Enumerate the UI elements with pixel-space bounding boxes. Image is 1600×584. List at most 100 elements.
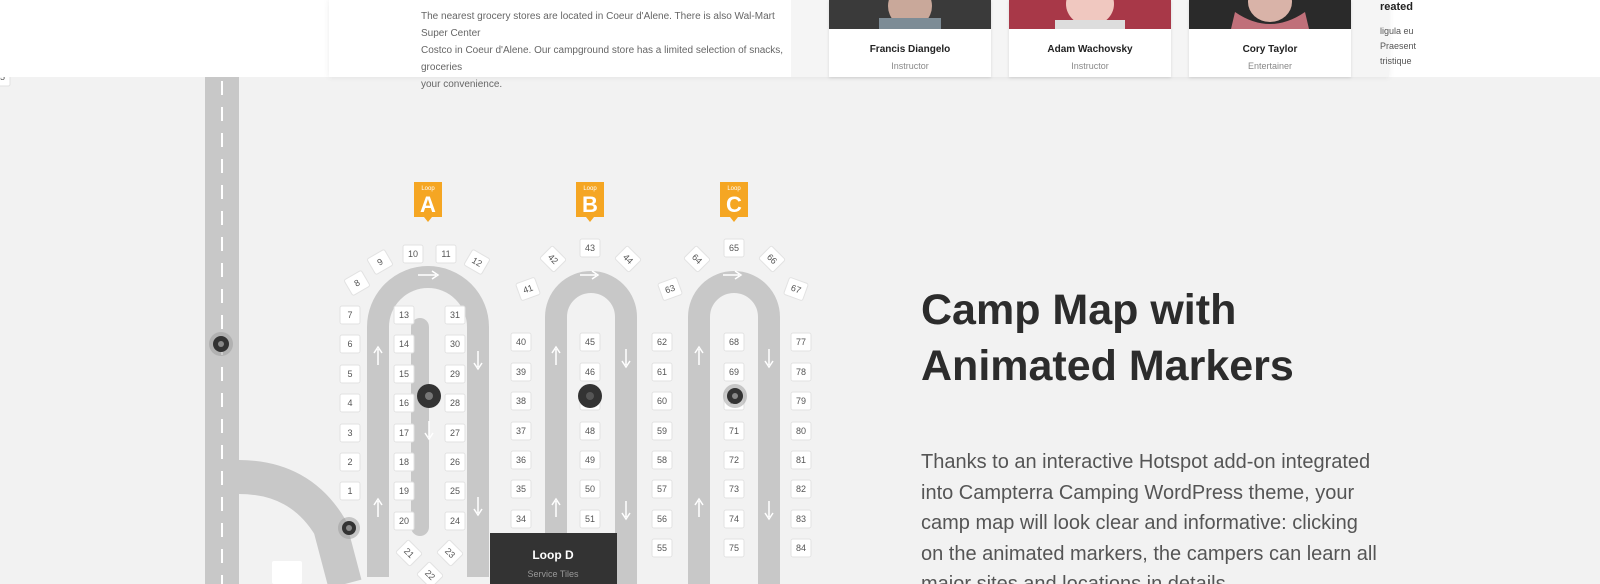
campsite-35[interactable]: 35 bbox=[510, 479, 532, 499]
hotspot-marker[interactable] bbox=[338, 517, 360, 539]
campsite-15[interactable]: 15 bbox=[393, 364, 415, 384]
campsite-63[interactable]: 63 bbox=[657, 277, 683, 301]
loop-pin-b[interactable]: Loop B bbox=[576, 182, 604, 222]
campsite-22[interactable]: 22 bbox=[416, 561, 444, 584]
campsite-7[interactable]: 7 bbox=[339, 305, 361, 325]
campsite-28[interactable]: 28 bbox=[444, 393, 466, 413]
campsite-75[interactable]: 75 bbox=[723, 538, 745, 558]
campsite-67[interactable]: 67 bbox=[783, 277, 809, 301]
campsite-51[interactable]: 51 bbox=[579, 509, 601, 529]
svg-text:61: 61 bbox=[657, 367, 667, 377]
campsite-56[interactable]: 56 bbox=[651, 509, 673, 529]
team-member-card[interactable]: Francis Diangelo Instructor bbox=[829, 0, 991, 77]
campsite-50[interactable]: 50 bbox=[579, 479, 601, 499]
campsite-19[interactable]: 19 bbox=[393, 481, 415, 501]
campsite-38[interactable]: 38 bbox=[510, 391, 532, 411]
svg-text:60: 60 bbox=[657, 396, 667, 406]
team-member-card[interactable]: Adam Wachovsky Instructor bbox=[1009, 0, 1171, 77]
campsite-83[interactable]: 83 bbox=[790, 509, 812, 529]
hotspot-marker[interactable] bbox=[723, 384, 747, 408]
campsite-3[interactable]: 3 bbox=[339, 423, 361, 443]
campsite-40[interactable]: 40 bbox=[510, 332, 532, 352]
svg-text:59: 59 bbox=[657, 426, 667, 436]
campsite-77[interactable]: 77 bbox=[790, 332, 812, 352]
campsite-34[interactable]: 34 bbox=[510, 509, 532, 529]
campsite-61[interactable]: 61 bbox=[651, 362, 673, 382]
campsite-48[interactable]: 48 bbox=[579, 421, 601, 441]
svg-text:38: 38 bbox=[516, 396, 526, 406]
svg-text:78: 78 bbox=[796, 367, 806, 377]
campsite-20[interactable]: 20 bbox=[393, 511, 415, 531]
campsite-68[interactable]: 68 bbox=[723, 332, 745, 352]
campsite-2[interactable]: 2 bbox=[339, 452, 361, 472]
campsite-42[interactable]: 42 bbox=[539, 245, 567, 273]
campsite-16[interactable]: 16 bbox=[393, 393, 415, 413]
side-title: reated bbox=[1380, 1, 1414, 13]
campsite-66[interactable]: 66 bbox=[758, 245, 786, 273]
campsite-71[interactable]: 71 bbox=[723, 421, 745, 441]
campsite-55[interactable]: 55 bbox=[651, 538, 673, 558]
campsite-31[interactable]: 31 bbox=[444, 305, 466, 325]
campsite-85[interactable]: 85 bbox=[0, 77, 11, 87]
team-member-card[interactable]: Cory Taylor Entertainer bbox=[1189, 0, 1351, 77]
campsite-79[interactable]: 79 bbox=[790, 391, 812, 411]
campsite-45[interactable]: 45 bbox=[579, 332, 601, 352]
campsite-24[interactable]: 24 bbox=[444, 511, 466, 531]
campsite-41[interactable]: 41 bbox=[515, 277, 541, 301]
campsite-49[interactable]: 49 bbox=[579, 450, 601, 470]
campsite-27[interactable]: 27 bbox=[444, 423, 466, 443]
campsite-58[interactable]: 58 bbox=[651, 450, 673, 470]
campsite-5[interactable]: 5 bbox=[339, 364, 361, 384]
campsite-36[interactable]: 36 bbox=[510, 450, 532, 470]
campsite-10[interactable]: 10 bbox=[402, 244, 424, 264]
loop-d-label[interactable]: Loop D Service Tiles bbox=[490, 533, 617, 584]
campsite-4[interactable]: 4 bbox=[339, 393, 361, 413]
campsite-46[interactable]: 46 bbox=[579, 362, 601, 382]
campsite-64[interactable]: 64 bbox=[683, 245, 711, 273]
svg-text:80: 80 bbox=[796, 426, 806, 436]
campsite-57[interactable]: 57 bbox=[651, 479, 673, 499]
campsite-21[interactable]: 21 bbox=[395, 539, 423, 567]
campsite-65[interactable]: 65 bbox=[723, 238, 745, 258]
campsite-30[interactable]: 30 bbox=[444, 334, 466, 354]
campsite-73[interactable]: 73 bbox=[723, 479, 745, 499]
hotspot-marker[interactable] bbox=[209, 332, 233, 356]
svg-text:25: 25 bbox=[450, 486, 460, 496]
campsite-12[interactable]: 12 bbox=[464, 249, 490, 275]
svg-text:84: 84 bbox=[796, 543, 806, 553]
campsite-72[interactable]: 72 bbox=[723, 450, 745, 470]
campsite-43[interactable]: 43 bbox=[579, 238, 601, 258]
campsite-8[interactable]: 8 bbox=[344, 270, 370, 296]
campsite-11[interactable]: 11 bbox=[435, 244, 457, 264]
campsite-26[interactable]: 26 bbox=[444, 452, 466, 472]
campsite-44[interactable]: 44 bbox=[614, 245, 642, 273]
campsite-17[interactable]: 17 bbox=[393, 423, 415, 443]
loop-pin-c[interactable]: Loop C bbox=[720, 182, 748, 222]
campsite-59[interactable]: 59 bbox=[651, 421, 673, 441]
hotspot-marker[interactable] bbox=[417, 384, 441, 408]
hotspot-marker[interactable] bbox=[578, 384, 602, 408]
campsite-39[interactable]: 39 bbox=[510, 362, 532, 382]
campsite-14[interactable]: 14 bbox=[393, 334, 415, 354]
campsite-78[interactable]: 78 bbox=[790, 362, 812, 382]
campsite-74[interactable]: 74 bbox=[723, 509, 745, 529]
loop-pin-a[interactable]: Loop A bbox=[414, 182, 442, 222]
campsite-37[interactable]: 37 bbox=[510, 421, 532, 441]
campsite-80[interactable]: 80 bbox=[790, 421, 812, 441]
campsite-13[interactable]: 13 bbox=[393, 305, 415, 325]
campsite-81[interactable]: 81 bbox=[790, 450, 812, 470]
campsite-29[interactable]: 29 bbox=[444, 364, 466, 384]
campsite-9[interactable]: 9 bbox=[367, 249, 393, 275]
campsite-23[interactable]: 23 bbox=[436, 539, 464, 567]
campsite-1[interactable]: 1 bbox=[339, 481, 361, 501]
campsite-69[interactable]: 69 bbox=[723, 362, 745, 382]
svg-text:3: 3 bbox=[347, 428, 352, 438]
campsite-82[interactable]: 82 bbox=[790, 479, 812, 499]
campsite-60[interactable]: 60 bbox=[651, 391, 673, 411]
campsite-62[interactable]: 62 bbox=[651, 332, 673, 352]
svg-text:27: 27 bbox=[450, 428, 460, 438]
campsite-84[interactable]: 84 bbox=[790, 538, 812, 558]
campsite-18[interactable]: 18 bbox=[393, 452, 415, 472]
campsite-25[interactable]: 25 bbox=[444, 481, 466, 501]
campsite-6[interactable]: 6 bbox=[339, 334, 361, 354]
